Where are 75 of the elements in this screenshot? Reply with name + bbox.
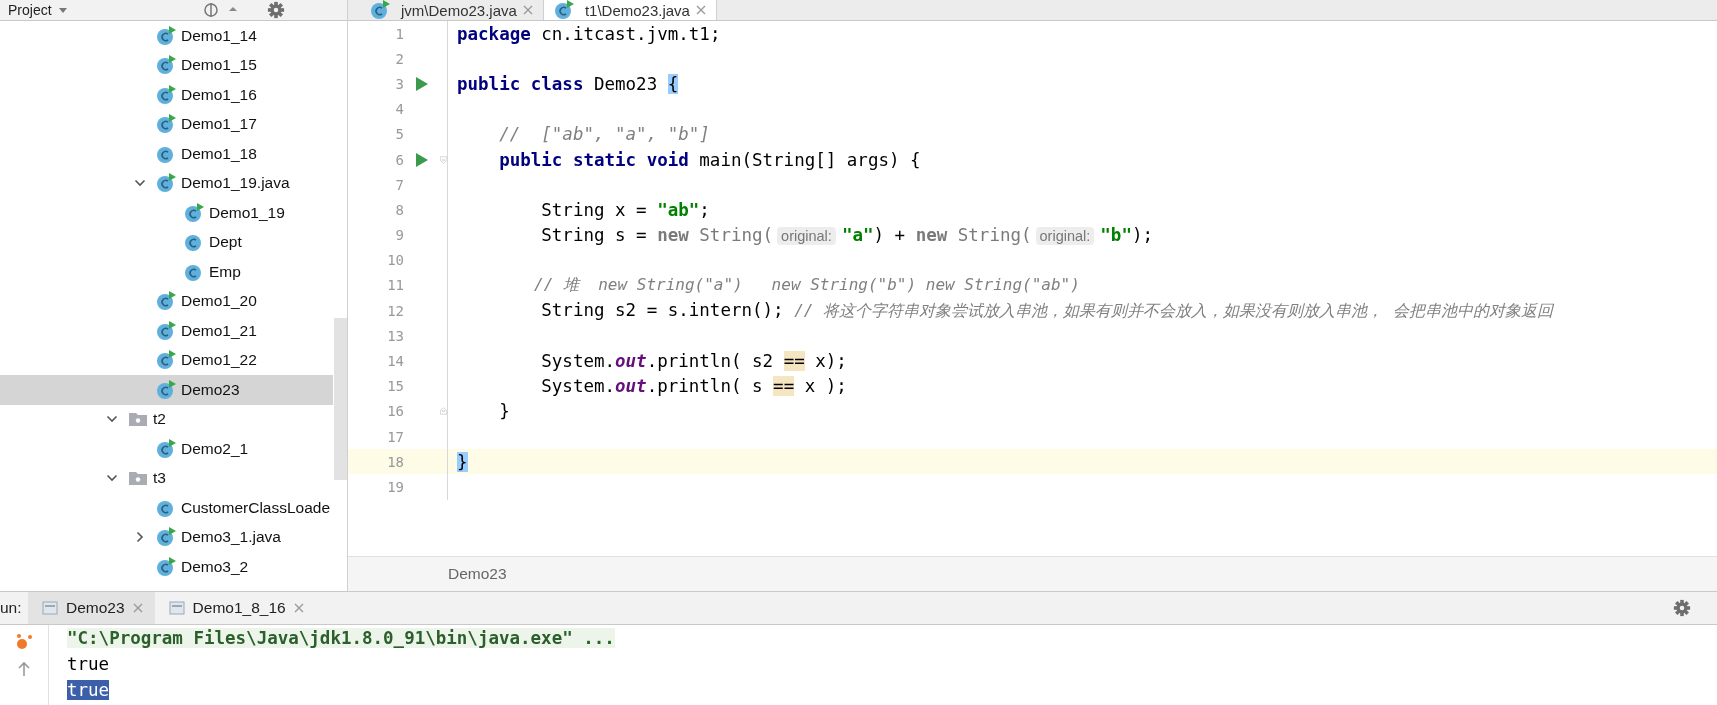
line-number: 18 <box>386 453 404 470</box>
line-number: 10 <box>386 252 404 269</box>
line-number: 16 <box>386 403 404 420</box>
tree-item[interactable]: Emp <box>0 257 333 287</box>
tree-item[interactable]: Demo23 <box>0 375 333 405</box>
code-line: } <box>498 401 510 422</box>
line-number: 15 <box>386 378 404 395</box>
line-number: 14 <box>386 353 404 370</box>
tree-item[interactable]: Dept <box>0 227 333 257</box>
code-line: String s = new String( original: "a") + new String( original: "b"); <box>540 225 1153 246</box>
crosshair-icon[interactable] <box>203 2 219 18</box>
tree-item[interactable]: Demo1_14 <box>0 21 333 51</box>
line-number: 5 <box>394 126 404 143</box>
line-number: 12 <box>386 302 404 319</box>
file-icon <box>42 600 58 616</box>
run-icon[interactable] <box>416 152 428 167</box>
runnable-class-icon <box>553 0 574 20</box>
line-number: 11 <box>386 277 404 294</box>
settings-icon[interactable] <box>267 1 285 19</box>
tree-item[interactable]: Demo1_20 <box>0 286 333 316</box>
tree-item[interactable]: Demo1_17 <box>0 109 333 139</box>
code-line: System.out.println( s == x ); <box>540 376 847 397</box>
settings-icon[interactable] <box>1673 599 1691 617</box>
dropdown-caret-icon[interactable] <box>57 5 68 15</box>
code-line: String s2 = s.intern(); // 将这个字符串对象尝试放入串池，如果有则并不会放入，如果没有则放入串池， 会把串池中的对象返回 <box>540 299 1553 322</box>
close-icon[interactable] <box>132 603 143 613</box>
tree-item[interactable]: CustomerClassLoade <box>0 493 333 523</box>
line-number: 4 <box>394 101 404 118</box>
tree-item[interactable]: Demo3_2 <box>0 552 333 582</box>
tree-item[interactable]: Demo3_1.java <box>0 522 333 552</box>
tree-item[interactable]: Demo1_19 <box>0 198 333 228</box>
editor-tab[interactable]: jvm\Demo23.java <box>360 0 544 20</box>
line-number: 9 <box>394 227 404 244</box>
code-line: // ["ab", "a", "b"] <box>498 124 710 145</box>
tree-item[interactable]: Demo1_18 <box>0 139 333 169</box>
code-line: String x = "ab"; <box>540 199 710 220</box>
line-number: 2 <box>394 50 404 67</box>
console-line: true <box>67 654 110 674</box>
run-tab[interactable]: Demo23 <box>28 592 155 624</box>
line-number: 1 <box>394 25 404 42</box>
run-label: un: <box>0 599 23 617</box>
dots-icon[interactable] <box>15 633 33 651</box>
chevron-right-icon[interactable] <box>134 531 146 544</box>
close-icon[interactable] <box>293 603 304 613</box>
tree-item[interactable]: t3 <box>0 463 333 493</box>
code-line: System.out.println( s2 == x); <box>540 351 847 372</box>
tree-item[interactable]: Demo1_19.java <box>0 168 333 198</box>
tree-item[interactable]: t2 <box>0 404 333 434</box>
breadcrumb[interactable]: Demo23 <box>448 565 507 583</box>
code-line: package cn.itcast.jvm.t1; <box>457 23 721 44</box>
line-number: 19 <box>386 478 404 495</box>
run-icon[interactable] <box>416 76 428 91</box>
code-line: public static void main(String[] args) { <box>498 149 921 170</box>
code-line: public class Demo23 { <box>457 73 679 94</box>
up-arrow-icon[interactable] <box>16 661 32 677</box>
run-tab[interactable]: Demo1_8_16 <box>154 592 316 624</box>
runnable-class-icon <box>370 0 390 20</box>
close-icon[interactable] <box>695 5 706 15</box>
line-number: 8 <box>394 201 404 218</box>
line-number: 3 <box>394 75 404 92</box>
tree-item[interactable]: Demo1_16 <box>0 80 333 110</box>
code-line: // 堆 new String("a") new String("b") new String("ab") <box>533 274 1080 297</box>
close-icon[interactable] <box>522 5 533 15</box>
tree-item[interactable]: Demo2_1 <box>0 434 333 464</box>
tree-item[interactable]: Demo1_15 <box>0 50 333 80</box>
panel-title[interactable]: Project <box>8 2 52 18</box>
scrollbar[interactable] <box>334 318 347 480</box>
tree-item[interactable]: Demo1_22 <box>0 345 333 375</box>
tree-item[interactable]: Demo1_21 <box>0 316 333 346</box>
editor-tab[interactable]: t1\Demo23.java <box>543 0 717 20</box>
line-number: 13 <box>386 327 404 344</box>
file-icon <box>168 600 185 616</box>
line-number: 6 <box>394 151 404 168</box>
line-number: 17 <box>386 428 404 445</box>
line-number: 7 <box>394 176 404 193</box>
